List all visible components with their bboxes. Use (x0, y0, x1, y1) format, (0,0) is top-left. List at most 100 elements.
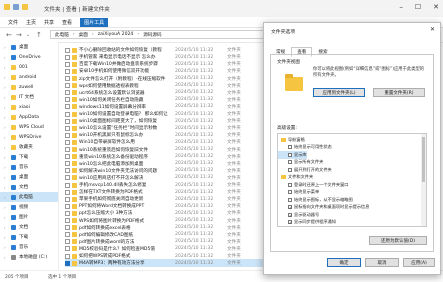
chevron-right-icon[interactable]: › (4, 105, 8, 110)
advanced-setting-item[interactable]: 显示所有文件夹 (278, 159, 323, 167)
quick-access-icon[interactable] (13, 4, 19, 10)
chevron-right-icon[interactable]: › (4, 85, 8, 90)
chevron-right-icon[interactable]: › (4, 95, 8, 100)
checkbox[interactable] (65, 203, 70, 209)
sidebar-item[interactable]: › 文档 (0, 182, 58, 192)
advanced-setting-item[interactable]: 始终显示图标，从不显示缩略图 (278, 196, 353, 204)
sidebar-item[interactable]: › WPSDrive (0, 132, 58, 142)
apply-button[interactable]: 应用(A) (403, 258, 435, 267)
checkbox[interactable] (65, 90, 70, 96)
tab-view[interactable]: 查看 (62, 19, 72, 26)
chevron-right-icon[interactable]: › (4, 115, 8, 120)
advanced-setting-item[interactable]: ✓ 鼠标指向文件夹和桌面项时显示提示信息 (278, 204, 369, 212)
checkbox[interactable] (65, 253, 70, 259)
sidebar-item[interactable]: › xiaoi (0, 102, 58, 112)
checkbox[interactable] (65, 260, 70, 266)
checkbox[interactable] (65, 161, 70, 167)
tab-picture-tools[interactable]: 图片工具 (80, 17, 109, 27)
checkbox[interactable] (65, 168, 70, 174)
checkbox[interactable] (65, 189, 70, 195)
chevron-right-icon[interactable]: › (4, 175, 8, 180)
checkbox[interactable] (288, 190, 292, 195)
sidebar-item[interactable]: › 001 (0, 62, 58, 72)
crumb-project[interactable]: zaiXiyouA 2024 (98, 32, 134, 37)
advanced-setting-item[interactable]: ✓ 显示驱动器号 (278, 211, 319, 219)
chevron-right-icon[interactable]: › (4, 205, 8, 210)
checkbox[interactable] (288, 152, 292, 157)
forward-icon[interactable]: → (16, 31, 22, 39)
sidebar-item[interactable]: › 下载 (0, 152, 58, 162)
checkbox[interactable] (65, 175, 70, 181)
checkbox[interactable] (65, 111, 70, 117)
crumb-this-pc[interactable]: 此电脑 (55, 32, 69, 38)
chevron-right-icon[interactable]: › (4, 225, 8, 230)
sidebar-item[interactable]: › 桌面 (0, 172, 58, 182)
up-icon[interactable]: ↑ (36, 31, 42, 39)
restore-defaults-button[interactable]: 还原为默认值(D) (369, 236, 427, 245)
crumb-current[interactable]: 源码源码 (143, 32, 161, 38)
checkbox[interactable] (288, 160, 292, 165)
chevron-right-icon[interactable]: › (4, 215, 8, 220)
sidebar-item[interactable]: › 音乐 (0, 162, 58, 172)
checkbox[interactable] (65, 76, 70, 82)
sidebar-item[interactable]: › OneDrive (0, 52, 58, 62)
back-icon[interactable]: ← (6, 31, 12, 39)
ok-button[interactable]: 确定 (327, 258, 361, 267)
checkbox[interactable] (65, 139, 70, 145)
sidebar-item[interactable]: › 收藏夹 (0, 142, 58, 152)
chevron-right-icon[interactable]: › (4, 235, 8, 240)
scrollbar[interactable] (421, 134, 426, 226)
sidebar-item[interactable]: › 桌面 (0, 42, 58, 52)
close-icon[interactable]: ✕ (433, 3, 439, 11)
checkbox[interactable] (65, 61, 70, 67)
advanced-setting-item[interactable]: 始终显示菜单 (278, 189, 319, 197)
advanced-setting-item[interactable]: 登录时还原上一个文件夹窗口 (278, 181, 348, 189)
crumb-desktop[interactable]: 桌面 (79, 32, 88, 38)
advanced-setting-item[interactable]: 始终显示可用性状态 (278, 144, 332, 152)
chevron-right-icon[interactable]: › (4, 155, 8, 160)
checkbox[interactable] (65, 132, 70, 138)
checkbox[interactable] (65, 218, 70, 224)
sidebar-item[interactable]: › 音乐 (0, 242, 58, 252)
sidebar-item[interactable]: › 视频 (0, 202, 58, 212)
chevron-right-icon[interactable]: › (4, 45, 8, 50)
chevron-right-icon[interactable]: › (4, 125, 8, 130)
checkbox[interactable] (65, 68, 70, 74)
sidebar-item[interactable]: › 本地磁盘 (C:) (0, 252, 58, 262)
close-icon[interactable]: ✕ (430, 26, 435, 33)
checkbox[interactable] (65, 83, 70, 89)
checkbox[interactable]: ✓ (288, 220, 292, 225)
checkbox[interactable] (65, 125, 70, 131)
sidebar-item[interactable]: › 图片 (0, 212, 58, 222)
checkbox[interactable] (288, 145, 292, 150)
breadcrumb[interactable]: 此电脑 › 桌面 › zaiXiyouA 2024 › 源码源码 (50, 30, 276, 39)
chevron-right-icon[interactable]: › (4, 75, 8, 80)
checkbox[interactable] (65, 196, 70, 202)
checkbox[interactable] (65, 147, 70, 153)
checkbox[interactable] (288, 167, 292, 172)
checkbox[interactable] (65, 104, 70, 110)
tab-share[interactable]: 共享 (44, 19, 54, 26)
sidebar-item[interactable]: › AppData (0, 112, 58, 122)
checkbox[interactable] (65, 47, 70, 53)
chevron-right-icon[interactable]: › (4, 185, 8, 190)
sidebar-item[interactable]: › WPS Cloud (0, 122, 58, 132)
chevron-right-icon[interactable]: › (4, 55, 8, 60)
chevron-right-icon[interactable]: › (4, 245, 8, 250)
checkbox[interactable] (65, 97, 70, 103)
chevron-right-icon[interactable]: › (4, 135, 8, 140)
checkbox[interactable] (65, 246, 70, 252)
advanced-setting-item[interactable]: 展开到打开的文件夹 (278, 166, 332, 174)
checkbox[interactable] (65, 54, 70, 60)
tab-file[interactable]: 文件 (8, 19, 18, 26)
checkbox[interactable] (65, 232, 70, 238)
advanced-setting-item[interactable]: 显示库 (278, 151, 307, 159)
chevron-right-icon[interactable]: › (4, 145, 8, 150)
chevron-right-icon[interactable]: › (4, 195, 8, 200)
sidebar-item[interactable]: › 下载 (0, 232, 58, 242)
checkbox[interactable] (65, 210, 70, 216)
checkbox[interactable]: ✓ (288, 205, 292, 210)
checkbox[interactable] (65, 225, 70, 231)
checkbox[interactable] (65, 239, 70, 245)
maximize-icon[interactable]: ☐ (415, 3, 421, 11)
